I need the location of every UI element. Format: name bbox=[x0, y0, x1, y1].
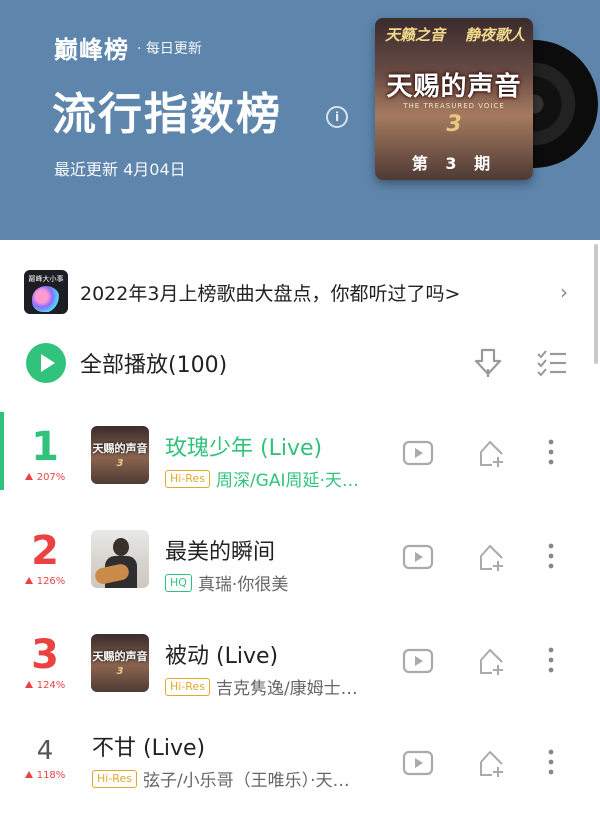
mv-play-icon[interactable] bbox=[402, 750, 434, 776]
song-meta: Hi-Res 吉克隽逸/康姆士… bbox=[165, 674, 358, 699]
rank-change: 118% bbox=[0, 770, 90, 781]
chevron-right-icon: › bbox=[560, 280, 568, 304]
song-meta: HQ 真瑞·你很美 bbox=[165, 570, 288, 595]
song-title[interactable]: 玫瑰少年 (Live) bbox=[165, 430, 322, 462]
song-title[interactable]: 被动 (Live) bbox=[165, 638, 278, 670]
more-options-icon[interactable] bbox=[540, 644, 562, 676]
song-cover[interactable]: 天赐的声音 3 bbox=[91, 426, 149, 484]
song-meta: Hi-Res 弦子/小乐哥（王唯乐）·天… bbox=[92, 766, 350, 791]
album-title: 天赐的声音 bbox=[386, 72, 522, 102]
song-cover[interactable] bbox=[91, 530, 149, 588]
song-row[interactable]: 4 118% 不甘 (Live) Hi-Res 弦子/小乐哥（王唯乐）·天… bbox=[0, 722, 600, 819]
rank-number: 3 bbox=[31, 632, 59, 678]
brand: 巅峰榜 · 每日更新 bbox=[54, 30, 202, 65]
add-to-playlist-icon[interactable] bbox=[478, 542, 506, 572]
rank-change-value: 118% bbox=[36, 770, 66, 781]
add-to-playlist-icon[interactable] bbox=[478, 438, 506, 468]
quality-badge: Hi-Res bbox=[92, 769, 137, 788]
artist-name[interactable]: 真瑞·你很美 bbox=[198, 570, 288, 595]
cover-number: 3 bbox=[116, 666, 124, 677]
rank-change-value: 207% bbox=[36, 472, 66, 483]
album-script-left: 天籁之音 bbox=[385, 26, 446, 44]
up-arrow-icon bbox=[24, 577, 33, 584]
scrollbar[interactable] bbox=[594, 244, 598, 364]
info-icon[interactable]: i bbox=[326, 106, 348, 128]
mv-play-icon[interactable] bbox=[402, 440, 434, 466]
mv-play-icon[interactable] bbox=[402, 648, 434, 674]
rank-change: 126% bbox=[0, 576, 90, 587]
album-episode: 第 3 期 bbox=[411, 154, 497, 173]
play-all-button[interactable] bbox=[26, 343, 66, 383]
chart-header: 巅峰榜 · 每日更新 流行指数榜 i 最近更新 4月04日 天籁之音 静夜歌人 … bbox=[0, 0, 600, 240]
more-options-icon[interactable] bbox=[540, 746, 562, 778]
more-options-icon[interactable] bbox=[540, 540, 562, 572]
up-arrow-icon bbox=[24, 473, 33, 480]
song-row[interactable]: 2 126% 最美的瞬间 HQ 真瑞·你很美 bbox=[0, 516, 600, 620]
featured-album-cover[interactable]: 天籁之音 静夜歌人 天赐的声音 THE TREASURED VOICE 3 第 … bbox=[375, 18, 533, 180]
quality-badge: HQ bbox=[165, 573, 192, 592]
cover-title: 天赐的声音 bbox=[92, 650, 148, 663]
multi-select-icon[interactable] bbox=[536, 349, 568, 377]
banner-thumbnail: 巅峰大小事 bbox=[24, 270, 68, 314]
rank-number: 1 bbox=[31, 424, 59, 470]
banner-thumb-label: 巅峰大小事 bbox=[28, 275, 64, 283]
rank-change-value: 126% bbox=[36, 576, 66, 587]
artist-name[interactable]: 吉克隽逸/康姆士… bbox=[216, 674, 358, 699]
brand-name: 巅峰榜 bbox=[54, 36, 129, 64]
more-options-icon[interactable] bbox=[540, 436, 562, 468]
up-arrow-icon bbox=[24, 681, 33, 688]
banner-thumb-art bbox=[32, 286, 60, 312]
last-updated: 最近更新 4月04日 bbox=[54, 160, 186, 179]
download-icon[interactable] bbox=[473, 347, 503, 379]
cover-title: 天赐的声音 bbox=[92, 442, 148, 455]
rank-number: 4 bbox=[36, 736, 54, 766]
up-arrow-icon bbox=[24, 771, 33, 778]
quality-badge: Hi-Res bbox=[165, 677, 210, 696]
rank-change: 124% bbox=[0, 680, 90, 691]
rank-number: 2 bbox=[31, 528, 59, 574]
album-script-text: 天籁之音 静夜歌人 bbox=[385, 24, 525, 45]
song-title[interactable]: 不甘 (Live) bbox=[92, 730, 205, 762]
song-cover[interactable]: 天赐的声音 3 bbox=[91, 634, 149, 692]
album-season-number: 3 bbox=[446, 112, 462, 137]
rank-change: 207% bbox=[0, 472, 90, 483]
quality-badge: Hi-Res bbox=[165, 469, 210, 488]
mv-play-icon[interactable] bbox=[402, 544, 434, 570]
album-script-right: 静夜歌人 bbox=[464, 26, 525, 44]
play-all-bar: 全部播放(100) bbox=[26, 343, 586, 383]
monthly-recap-banner[interactable]: 巅峰大小事 2022年3月上榜歌曲大盘点，你都听过了吗> › bbox=[24, 270, 580, 314]
song-row[interactable]: 3 124% 天赐的声音 3 被动 (Live) Hi-Res 吉克隽逸/康姆士… bbox=[0, 620, 600, 724]
cover-person-head bbox=[113, 538, 129, 556]
artist-name[interactable]: 弦子/小乐哥（王唯乐）·天… bbox=[143, 766, 350, 791]
rank-change-value: 124% bbox=[36, 680, 66, 691]
album-subtitle: THE TREASURED VOICE bbox=[403, 102, 505, 110]
update-frequency: · 每日更新 bbox=[137, 40, 202, 57]
cover-number: 3 bbox=[116, 458, 124, 469]
add-to-playlist-icon[interactable] bbox=[478, 748, 506, 778]
banner-text: 2022年3月上榜歌曲大盘点，你都听过了吗> bbox=[80, 282, 461, 305]
add-to-playlist-icon[interactable] bbox=[478, 646, 506, 676]
song-meta: Hi-Res 周深/GAI周延·天… bbox=[165, 466, 359, 491]
play-all-label[interactable]: 全部播放(100) bbox=[80, 347, 227, 379]
artist-name[interactable]: 周深/GAI周延·天… bbox=[216, 466, 359, 491]
song-title[interactable]: 最美的瞬间 bbox=[165, 534, 275, 566]
song-row[interactable]: 1 207% 天赐的声音 3 玫瑰少年 (Live) Hi-Res 周深/GAI… bbox=[0, 412, 600, 516]
page-title: 流行指数榜 bbox=[52, 89, 282, 140]
